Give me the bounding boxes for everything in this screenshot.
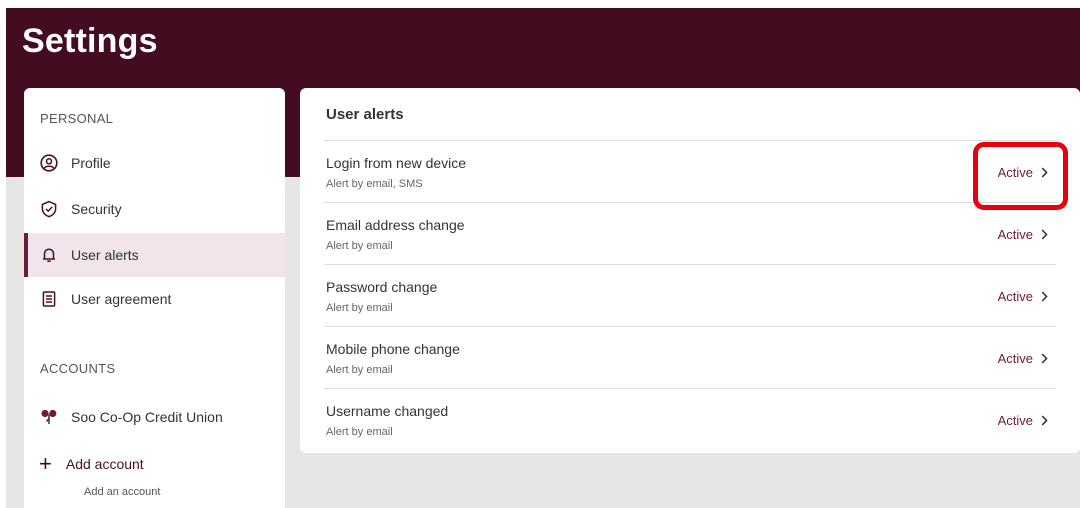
shield-icon — [39, 199, 59, 219]
alert-row-mobile-phone-change[interactable]: Mobile phone change Alert by email Activ… — [324, 326, 1056, 388]
alert-description: Alert by email — [326, 426, 393, 438]
add-account-label: Add account — [65, 456, 144, 472]
document-icon — [39, 289, 59, 309]
chevron-right-icon — [1041, 167, 1048, 178]
alert-description: Alert by email — [326, 240, 393, 252]
chevron-right-icon — [1041, 415, 1048, 426]
alert-description: Alert by email — [326, 302, 393, 314]
alert-row-password-change[interactable]: Password change Alert by email Active — [324, 264, 1056, 326]
panel-title: User alerts — [326, 106, 404, 123]
settings-page: Settings PERSONAL Profile Security User … — [6, 8, 1080, 508]
user-alerts-panel: User alerts Login from new device Alert … — [300, 88, 1080, 453]
sidebar-item-label: User agreement — [71, 291, 172, 307]
sidebar-item-profile[interactable]: Profile — [24, 141, 285, 185]
alert-status-label: Active — [997, 165, 1033, 180]
sidebar-item-user-agreement[interactable]: User agreement — [24, 277, 285, 321]
sidebar-item-security[interactable]: Security — [24, 187, 285, 231]
chevron-right-icon — [1041, 353, 1048, 364]
accounts-section-heading: ACCOUNTS — [40, 361, 116, 376]
profile-icon — [39, 153, 59, 173]
personal-section-heading: PERSONAL — [40, 111, 114, 126]
alert-status-label: Active — [997, 227, 1033, 242]
alert-name: Mobile phone change — [326, 341, 460, 357]
sidebar-item-user-alerts[interactable]: User alerts — [24, 233, 285, 277]
alert-status-link[interactable]: Active — [998, 289, 1048, 304]
sidebar-item-label: Profile — [71, 155, 111, 171]
alert-status-link[interactable]: Active — [998, 413, 1048, 428]
alert-description: Alert by email, SMS — [326, 178, 423, 190]
settings-sidebar: PERSONAL Profile Security User alerts Us… — [24, 88, 285, 508]
alert-status-label: Active — [997, 351, 1033, 366]
alert-status-link[interactable]: Active — [998, 227, 1048, 242]
alert-status-link[interactable]: Active — [998, 165, 1048, 180]
page-title: Settings — [22, 22, 158, 60]
alert-status-link[interactable]: Active — [998, 351, 1048, 366]
alert-name: Email address change — [326, 217, 465, 233]
chevron-right-icon — [1041, 291, 1048, 302]
alert-name: Username changed — [326, 403, 449, 419]
sidebar-item-label: User alerts — [71, 247, 139, 263]
alert-row-login-from-new-device[interactable]: Login from new device Alert by email, SM… — [324, 140, 1056, 202]
add-account-sublabel: Add an account — [84, 486, 161, 498]
bell-icon — [39, 245, 59, 265]
chevron-right-icon — [1041, 229, 1048, 240]
plus-icon: + — [39, 451, 52, 476]
sidebar-item-soo-co-op-credit-union[interactable]: Soo Co-Op Credit Union — [24, 395, 285, 439]
alert-row-username-changed[interactable]: Username changed Alert by email Active — [324, 388, 1056, 450]
credit-union-logo-icon — [39, 407, 59, 427]
sidebar-item-label: Security — [71, 201, 122, 217]
sidebar-item-label: Soo Co-Op Credit Union — [71, 409, 223, 425]
alert-status-label: Active — [997, 289, 1033, 304]
alert-description: Alert by email — [326, 364, 393, 376]
add-account-button[interactable]: + Add account — [39, 451, 144, 476]
alert-name: Password change — [326, 279, 438, 295]
alert-row-email-address-change[interactable]: Email address change Alert by email Acti… — [324, 202, 1056, 264]
alert-name: Login from new device — [326, 155, 467, 171]
alert-status-label: Active — [997, 413, 1033, 428]
active-indicator — [24, 233, 28, 277]
